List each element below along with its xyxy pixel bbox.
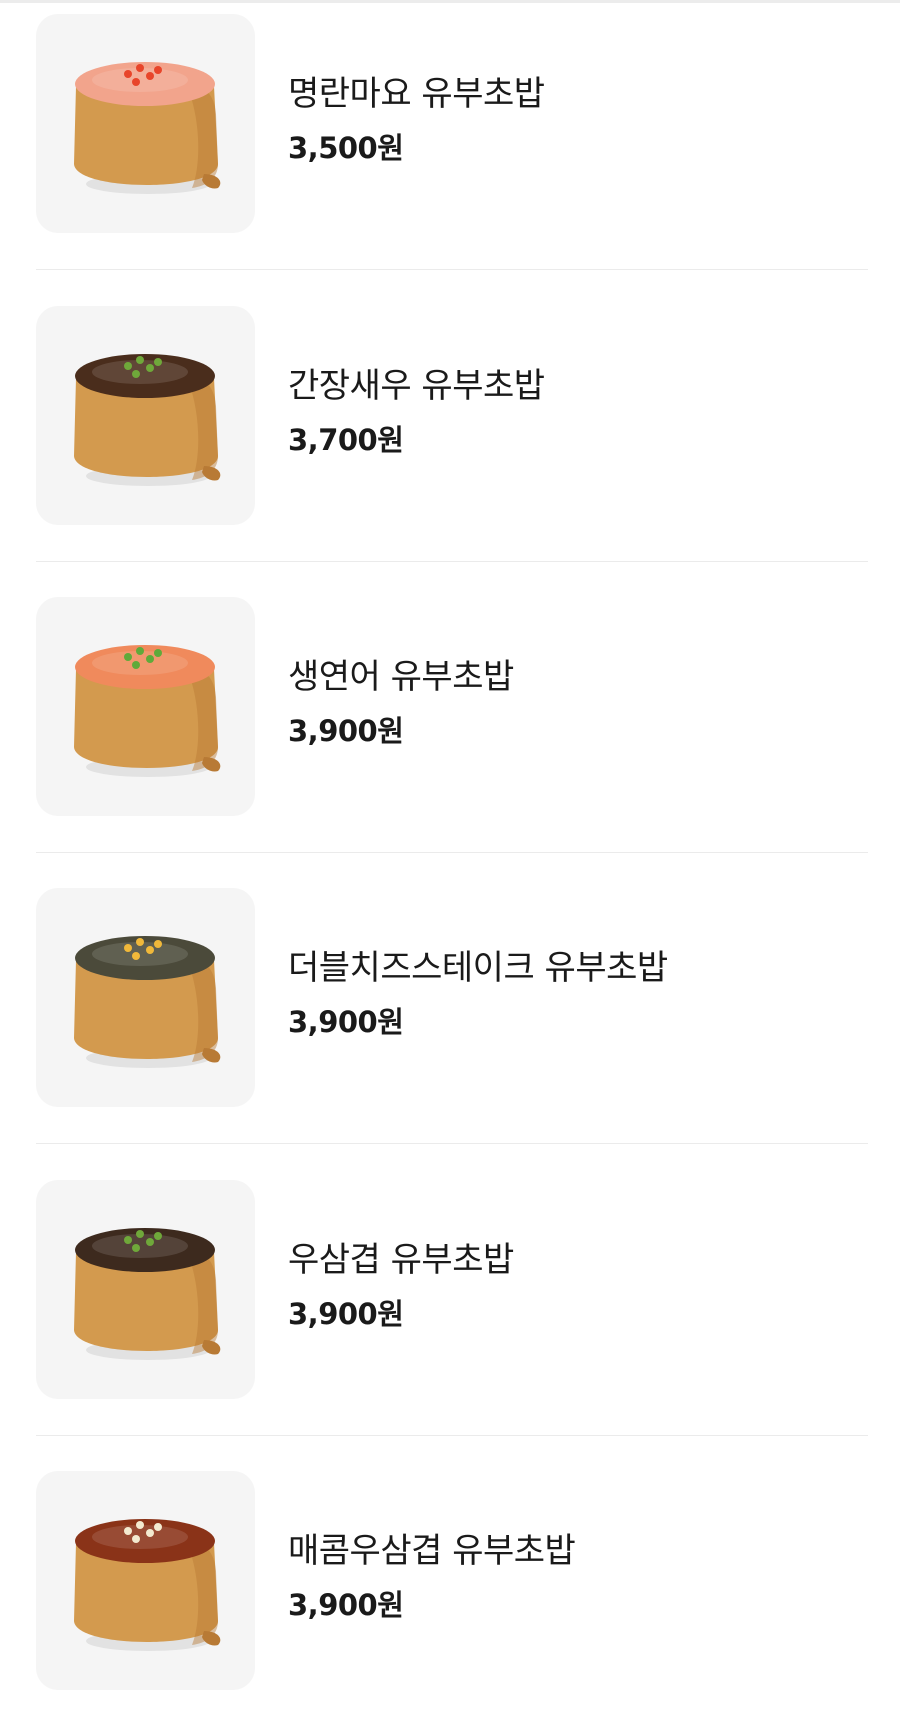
garnish (154, 358, 162, 366)
divider (36, 852, 868, 853)
garnish (132, 661, 140, 669)
garnish (124, 653, 132, 661)
divider (36, 561, 868, 562)
menu-item-price: 3,700원 (288, 423, 404, 457)
garnish (124, 362, 132, 370)
menu-item-thumbnail (36, 597, 255, 816)
garnish (132, 1535, 140, 1543)
menu-item-name: 명란마요 유부초밥 (288, 74, 545, 114)
garnish (132, 952, 140, 960)
garnish (136, 938, 144, 946)
menu-item-thumbnail (36, 888, 255, 1107)
menu-item-price: 3,500원 (288, 131, 404, 165)
garnish (132, 370, 140, 378)
menu-item-thumbnail (36, 1471, 255, 1690)
garnish (146, 655, 154, 663)
divider (36, 269, 868, 270)
menu-item-thumbnail (36, 306, 255, 525)
garnish (146, 1238, 154, 1246)
garnish (146, 72, 154, 80)
menu-item-price: 3,900원 (288, 1005, 404, 1039)
garnish (124, 1527, 132, 1535)
garnish (132, 1244, 140, 1252)
garnish (124, 1236, 132, 1244)
garnish (124, 944, 132, 952)
garnish (136, 356, 144, 364)
menu-item[interactable]: 매콤우삼겹 유부초밥 3,900원 (36, 1471, 868, 1691)
soy-shrimp-inari-icon (74, 354, 221, 486)
top-edge-divider (0, 0, 900, 3)
double-cheese-steak-inari-icon (74, 936, 221, 1068)
beef-brisket-inari-icon (74, 1228, 221, 1360)
menu-item-price: 3,900원 (288, 1297, 404, 1331)
menu-item-name: 간장새우 유부초밥 (288, 366, 545, 406)
garnish (154, 1232, 162, 1240)
raw-salmon-inari-icon (74, 645, 221, 777)
menu-item[interactable]: 더블치즈스테이크 유부초밥 3,900원 (36, 888, 868, 1108)
divider (36, 1435, 868, 1436)
garnish (154, 66, 162, 74)
menu-item-price: 3,900원 (288, 1588, 404, 1622)
menu-item-name: 매콤우삼겹 유부초밥 (288, 1531, 576, 1571)
mentaiko-mayo-inari-icon (74, 62, 221, 194)
menu-item-name: 더블치즈스테이크 유부초밥 (288, 948, 668, 988)
garnish (136, 64, 144, 72)
garnish (146, 1529, 154, 1537)
garnish (154, 1523, 162, 1531)
garnish (154, 940, 162, 948)
menu-item-thumbnail (36, 1180, 255, 1399)
menu-item-name: 생연어 유부초밥 (288, 657, 514, 697)
garnish (124, 70, 132, 78)
menu-item[interactable]: 명란마요 유부초밥 3,500원 (36, 14, 868, 234)
garnish (136, 1521, 144, 1529)
spicy-beef-brisket-inari-icon (74, 1519, 221, 1651)
menu-item-price: 3,900원 (288, 714, 404, 748)
garnish (136, 1230, 144, 1238)
menu-item-name: 우삼겹 유부초밥 (288, 1240, 514, 1280)
menu-item[interactable]: 생연어 유부초밥 3,900원 (36, 597, 868, 817)
menu-item-thumbnail (36, 14, 255, 233)
garnish (146, 946, 154, 954)
garnish (132, 78, 140, 86)
garnish (154, 649, 162, 657)
menu-item[interactable]: 우삼겹 유부초밥 3,900원 (36, 1180, 868, 1400)
divider (36, 1143, 868, 1144)
garnish (136, 647, 144, 655)
menu-item[interactable]: 간장새우 유부초밥 3,700원 (36, 306, 868, 526)
garnish (146, 364, 154, 372)
